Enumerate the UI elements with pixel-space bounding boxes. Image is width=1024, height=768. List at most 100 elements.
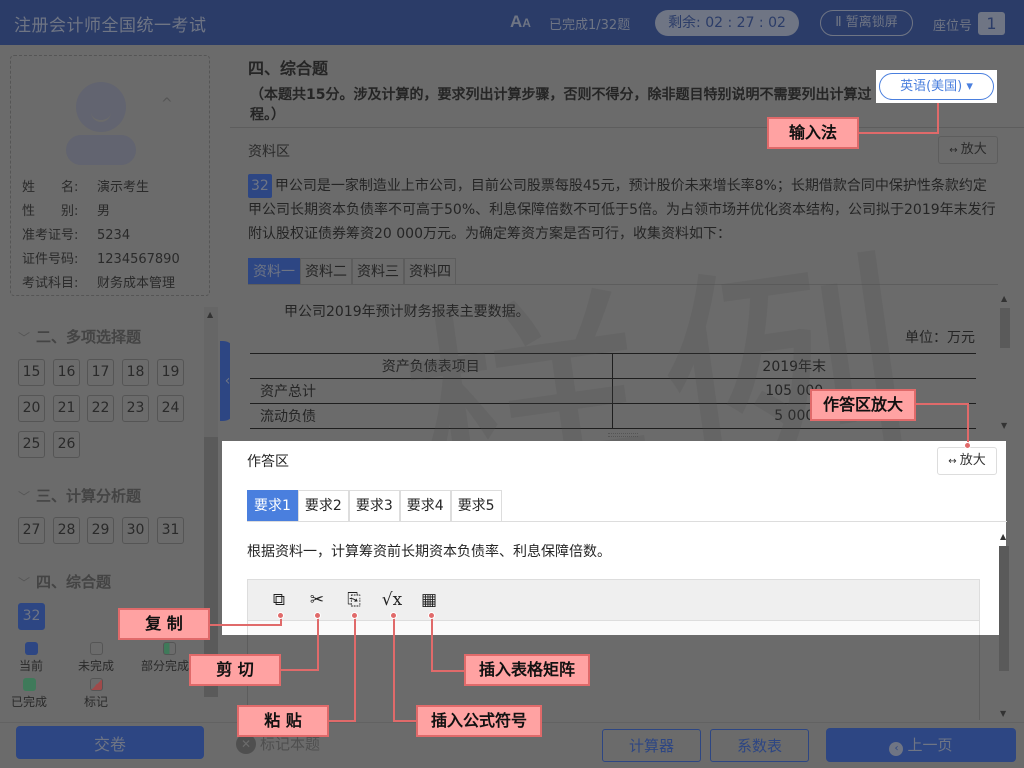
tab-requirement-1[interactable]: 要求1 xyxy=(247,490,298,521)
question-group-title[interactable]: ﹀ 二、多项选择题 xyxy=(18,326,141,347)
question-button[interactable]: 27 xyxy=(18,517,45,544)
question-button-current[interactable]: 32 xyxy=(18,603,45,630)
question-button[interactable]: 24 xyxy=(157,395,184,422)
prev-label: 上一页 xyxy=(907,736,952,754)
seat-label: 座位号 xyxy=(933,15,972,34)
chevron-left-icon: ‹ xyxy=(889,742,903,756)
answer-panel: 作答区 ↔放大 要求1 要求2 要求3 要求4 要求5 根据资料一，计算筹资前长… xyxy=(222,441,1006,635)
cut-icon[interactable]: ✂ xyxy=(306,590,328,610)
info-admission-no: 准考证号:5234 xyxy=(22,224,130,243)
question-button[interactable]: 29 xyxy=(87,517,114,544)
answer-scrollbar[interactable]: ▲ ▼ xyxy=(997,530,1011,720)
callout-table: 插入表格矩阵 xyxy=(464,654,590,686)
scroll-up-icon[interactable]: ▲ xyxy=(1000,532,1006,541)
scroll-down-icon[interactable]: ▼ xyxy=(1000,709,1006,718)
info-label: 准考证号: xyxy=(22,224,97,243)
formula-icon[interactable]: √x xyxy=(381,590,403,610)
chevron-down-icon: ﹀ xyxy=(18,576,30,590)
callout-line xyxy=(281,669,319,671)
info-value: 演示考生 xyxy=(97,180,149,195)
info-value: 5234 xyxy=(97,228,130,243)
tab-material-2[interactable]: 资料二 xyxy=(300,258,352,284)
top-bar: 注册会计师全国统一考试 AA 已完成1/32题 剩余: 02 : 27 : 02… xyxy=(0,0,1024,45)
question-button[interactable]: 17 xyxy=(87,359,114,386)
tab-material-4[interactable]: 资料四 xyxy=(404,258,456,284)
app-title: 注册会计师全国统一考试 xyxy=(14,11,207,36)
question-text: 32甲公司是一家制造业上市公司，目前公司股票每股45元，预计股价未来增长率8%；… xyxy=(248,174,998,246)
answer-editor[interactable] xyxy=(247,621,980,635)
coefficient-table-button[interactable]: 系数表 xyxy=(710,729,809,762)
question-button[interactable]: 22 xyxy=(87,395,114,422)
material-scrollbar[interactable]: ▲ ▼ xyxy=(998,292,1012,432)
callout-line xyxy=(937,100,939,134)
tab-material-3[interactable]: 资料三 xyxy=(352,258,404,284)
divider xyxy=(230,127,1024,128)
table-cell: 105 000 xyxy=(612,379,976,404)
question-button[interactable]: 21 xyxy=(53,395,80,422)
scrollbar-thumb[interactable] xyxy=(1000,308,1010,348)
callout-copy: 复 制 xyxy=(118,608,210,640)
question-button[interactable]: 23 xyxy=(122,395,149,422)
zoom-label: 放大 xyxy=(960,453,986,468)
tab-material-1[interactable]: 资料一 xyxy=(248,258,300,284)
unit-label: 单位：万元 xyxy=(905,327,975,347)
ime-selector[interactable]: 英语(美国) ▾ xyxy=(879,73,994,100)
material-area-label: 资料区 xyxy=(248,141,290,161)
previous-page-button[interactable]: ‹ 上一页 xyxy=(826,728,1016,762)
question-button[interactable]: 30 xyxy=(122,517,149,544)
scroll-up-icon[interactable]: ▲ xyxy=(207,310,213,319)
group-title-text: 三、计算分析题 xyxy=(36,487,141,505)
callout-line xyxy=(329,720,356,722)
collapse-profile-icon[interactable]: ^ xyxy=(161,96,173,112)
chevron-down-icon: ﹀ xyxy=(18,331,30,345)
avatar-body xyxy=(66,135,136,165)
question-button[interactable]: 31 xyxy=(157,517,184,544)
question-group-title[interactable]: ﹀四、综合题 xyxy=(18,571,111,592)
legend-label: 已完成 xyxy=(11,695,47,709)
question-group-title[interactable]: ﹀三、计算分析题 xyxy=(18,485,141,506)
paste-icon[interactable]: ⎘ xyxy=(343,590,365,610)
requirement-text: 根据资料一，计算筹资前长期资本负债率、利息保障倍数。 xyxy=(247,541,611,561)
calculator-button[interactable]: 计算器 xyxy=(602,729,701,762)
tab-requirement-3[interactable]: 要求3 xyxy=(349,490,400,521)
question-button[interactable]: 19 xyxy=(157,359,184,386)
copy-icon[interactable]: ⧉ xyxy=(268,590,290,610)
tab-requirement-2[interactable]: 要求2 xyxy=(298,490,349,521)
legend-label: 标记 xyxy=(84,695,108,709)
scroll-down-icon[interactable]: ▼ xyxy=(1001,421,1007,430)
callout-dot xyxy=(277,612,284,619)
info-id-no: 证件号码:1234567890 xyxy=(22,248,180,267)
question-button[interactable]: 15 xyxy=(18,359,45,386)
group-title-text: 二、多项选择题 xyxy=(36,328,141,346)
legend-swatch xyxy=(90,678,103,691)
resize-handle[interactable] xyxy=(608,433,638,437)
legend-incomplete: 未完成 xyxy=(71,642,121,674)
callout-dot xyxy=(964,442,971,449)
question-button[interactable]: 18 xyxy=(122,359,149,386)
font-size-icon[interactable]: AA xyxy=(510,12,531,32)
table-header: 资产负债表项目 xyxy=(250,354,612,379)
question-button[interactable]: 26 xyxy=(53,431,80,458)
scrollbar-thumb[interactable] xyxy=(999,546,1009,671)
timer-label: 剩余: xyxy=(668,15,701,31)
question-button[interactable]: 20 xyxy=(18,395,45,422)
scroll-up-icon[interactable]: ▲ xyxy=(1001,294,1007,303)
callout-line xyxy=(354,616,356,722)
question-button[interactable]: 16 xyxy=(53,359,80,386)
info-label: 性 别: xyxy=(22,200,97,219)
tab-requirement-5[interactable]: 要求5 xyxy=(451,490,502,521)
legend-label: 未完成 xyxy=(78,659,114,673)
lock-screen-button[interactable]: Ⅱ 暂离锁屏 xyxy=(820,10,913,36)
question-button[interactable]: 28 xyxy=(53,517,80,544)
material-zoom-button[interactable]: ↔放大 xyxy=(938,136,998,164)
tab-requirement-4[interactable]: 要求4 xyxy=(400,490,451,521)
callout-ime: 输入法 xyxy=(767,117,859,149)
timer-value: 02 : 27 : 02 xyxy=(705,15,786,31)
answer-editor-continued[interactable] xyxy=(247,635,980,720)
callout-line xyxy=(431,670,464,672)
question-number-badge: 32 xyxy=(248,174,272,198)
submit-exam-button[interactable]: 交卷 xyxy=(16,726,204,759)
question-button[interactable]: 25 xyxy=(18,431,45,458)
answer-zoom-button[interactable]: ↔放大 xyxy=(937,447,997,475)
table-icon[interactable]: ▦ xyxy=(418,590,440,610)
